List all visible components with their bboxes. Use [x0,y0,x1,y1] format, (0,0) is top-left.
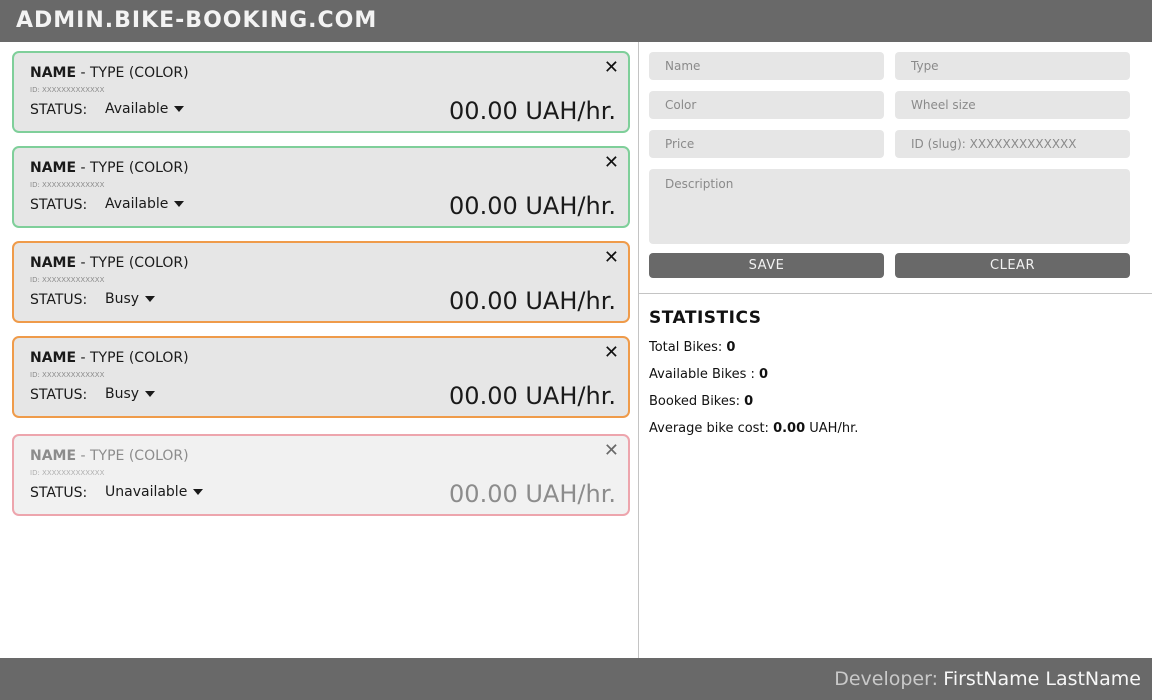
bike-card: NAME - TYPE (COLOR) ID: XXXXXXXXXXXXX ST… [12,434,630,516]
stat-booked-bikes: Booked Bikes: 0 [649,394,753,409]
bike-type-color: - TYPE (COLOR) [76,255,189,271]
stat-value: 0 [759,367,769,382]
description-textarea[interactable] [649,169,1130,244]
bike-id: ID: XXXXXXXXXXXXX [30,86,105,94]
app-header: ADMIN.BIKE-BOOKING.COM [0,0,1152,42]
stat-value: 0 [726,340,736,355]
bike-type-color: - TYPE (COLOR) [76,65,189,81]
bike-name: NAME [30,160,77,176]
bike-title: NAME - TYPE (COLOR) [30,448,189,464]
bike-type-color: - TYPE (COLOR) [76,160,189,176]
status-label: STATUS: [30,292,88,308]
bike-id: ID: XXXXXXXXXXXXX [30,181,105,189]
bike-name: NAME [30,65,77,81]
wheel-size-input[interactable] [895,91,1130,119]
statistics-title: STATISTICS [649,308,762,328]
caret-down-icon [193,489,204,495]
save-button[interactable]: SAVE [649,253,884,278]
bike-card: NAME - TYPE (COLOR) ID: XXXXXXXXXXXXX ST… [12,146,630,228]
bike-id: ID: XXXXXXXXXXXXX [30,276,105,284]
bike-title: NAME - TYPE (COLOR) [30,160,189,176]
bike-title: NAME - TYPE (COLOR) [30,65,189,81]
main-area: NAME - TYPE (COLOR) ID: XXXXXXXXXXXXX ST… [0,42,1152,658]
status-dropdown[interactable]: Busy [105,291,156,307]
bike-type-color: - TYPE (COLOR) [76,448,189,464]
status-dropdown[interactable]: Busy [105,386,156,402]
bike-price: 00.00 UAH/hr. [449,192,616,220]
clear-button[interactable]: CLEAR [895,253,1130,278]
stat-unit: UAH/hr. [805,421,859,436]
status-value: Busy [105,291,140,307]
stat-total-bikes: Total Bikes: 0 [649,340,735,355]
caret-down-icon [145,296,156,302]
id-slug-input[interactable] [895,130,1130,158]
status-label: STATUS: [30,197,88,213]
status-label: STATUS: [30,102,88,118]
bike-id: ID: XXXXXXXXXXXXX [30,469,105,477]
bike-name: NAME [30,350,77,366]
status-value: Busy [105,386,140,402]
app-footer: Developer: FirstName LastName [0,658,1152,700]
caret-down-icon [174,201,185,207]
status-dropdown[interactable]: Available [105,196,185,212]
developer-name: FirstName LastName [943,668,1141,690]
bike-id: ID: XXXXXXXXXXXXX [30,371,105,379]
status-value: Available [105,196,169,212]
status-label: STATUS: [30,387,88,403]
bike-title: NAME - TYPE (COLOR) [30,350,189,366]
bike-name: NAME [30,255,77,271]
bike-card: NAME - TYPE (COLOR) ID: XXXXXXXXXXXXX ST… [12,241,630,323]
caret-down-icon [145,391,156,397]
bike-price: 00.00 UAH/hr. [449,480,616,508]
horizontal-divider [639,293,1152,294]
site-title: ADMIN.BIKE-BOOKING.COM [16,8,378,33]
bike-form-panel: SAVE CLEAR STATISTICS Total Bikes: 0 Ava… [639,42,1152,658]
stat-label: Average bike cost: [649,421,774,436]
close-icon[interactable]: ✕ [604,342,619,363]
close-icon[interactable]: ✕ [604,57,619,78]
bike-card: NAME - TYPE (COLOR) ID: XXXXXXXXXXXXX ST… [12,336,630,418]
type-input[interactable] [895,52,1130,80]
stat-label: Total Bikes: [649,340,727,355]
bike-list: NAME - TYPE (COLOR) ID: XXXXXXXXXXXXX ST… [0,42,638,658]
stat-label: Booked Bikes: [649,394,745,409]
bike-price: 00.00 UAH/hr. [449,382,616,410]
close-icon[interactable]: ✕ [604,440,619,461]
status-dropdown[interactable]: Unavailable [105,484,204,500]
stat-available-bikes: Available Bikes : 0 [649,367,768,382]
stat-value: 0.00 [773,421,806,436]
status-label: STATUS: [30,485,88,501]
bike-price: 00.00 UAH/hr. [449,97,616,125]
status-value: Available [105,101,169,117]
developer-label: Developer: [834,668,938,690]
stat-average-cost: Average bike cost: 0.00 UAH/hr. [649,421,858,436]
close-icon[interactable]: ✕ [604,247,619,268]
bike-price: 00.00 UAH/hr. [449,287,616,315]
stat-label: Available Bikes : [649,367,759,382]
bike-card: NAME - TYPE (COLOR) ID: XXXXXXXXXXXXX ST… [12,51,630,133]
price-input[interactable] [649,130,884,158]
status-value: Unavailable [105,484,188,500]
color-input[interactable] [649,91,884,119]
bike-name: NAME [30,448,77,464]
bike-type-color: - TYPE (COLOR) [76,350,189,366]
name-input[interactable] [649,52,884,80]
status-dropdown[interactable]: Available [105,101,185,117]
close-icon[interactable]: ✕ [604,152,619,173]
bike-title: NAME - TYPE (COLOR) [30,255,189,271]
stat-value: 0 [744,394,754,409]
caret-down-icon [174,106,185,112]
